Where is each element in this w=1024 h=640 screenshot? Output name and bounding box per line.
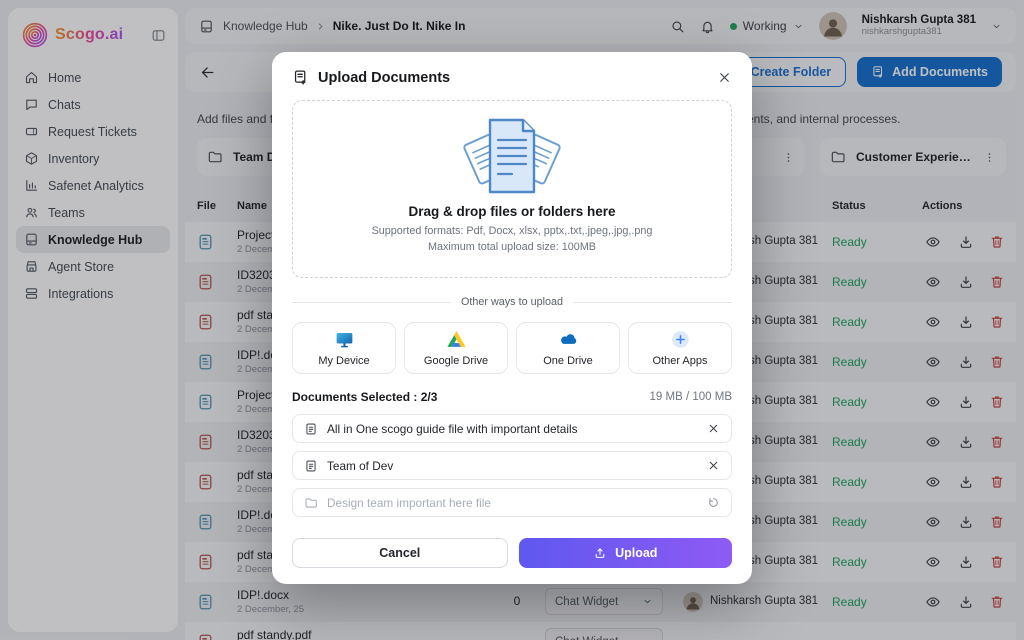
upload-source-card[interactable]: Other Apps — [628, 322, 732, 374]
upload-source-label: Google Drive — [424, 355, 488, 367]
upload-source-icon — [558, 329, 579, 350]
upload-sources: My Device Google Drive One Drive Other A… — [292, 322, 732, 374]
selected-file-row: Team of Dev — [292, 451, 732, 480]
upload-source-label: My Device — [318, 355, 369, 367]
upload-icon — [593, 546, 607, 560]
divider-label: Other ways to upload — [451, 296, 573, 308]
file-action-icon[interactable] — [707, 422, 720, 435]
upload-size-label: 19 MB / 100 MB — [650, 391, 732, 403]
upload-button[interactable]: Upload — [519, 538, 733, 568]
upload-source-label: Other Apps — [652, 355, 707, 367]
file-label: Design team important here file — [327, 496, 491, 510]
upload-source-icon — [446, 329, 467, 350]
dropzone-max-size: Maximum total upload size: 100MB — [293, 241, 731, 253]
app-window: Scogo.ai Home Chats Request Tickets — [0, 0, 1024, 640]
upload-documents-icon — [292, 69, 309, 86]
selected-file-row: Design team important here file — [292, 488, 732, 517]
upload-source-icon — [334, 329, 355, 350]
close-icon[interactable] — [717, 70, 732, 85]
documents-illustration — [452, 114, 572, 198]
file-action-icon[interactable] — [707, 496, 720, 509]
file-action-icon[interactable] — [707, 459, 720, 472]
dropzone-formats: Supported formats: Pdf, Docx, xlsx, pptx… — [293, 225, 731, 237]
file-icon — [304, 496, 318, 510]
upload-source-card[interactable]: Google Drive — [404, 322, 508, 374]
upload-source-card[interactable]: My Device — [292, 322, 396, 374]
selected-files-list: All in One scogo guide file with importa… — [292, 414, 732, 517]
upload-source-icon — [670, 329, 691, 350]
upload-source-label: One Drive — [543, 355, 593, 367]
file-icon — [304, 422, 318, 436]
upload-documents-modal: Upload Documents Drag & drop files or fo… — [272, 52, 752, 584]
cancel-button[interactable]: Cancel — [292, 538, 508, 568]
divider: Other ways to upload — [292, 295, 732, 309]
modal-title: Upload Documents — [318, 70, 450, 86]
selected-file-row: All in One scogo guide file with importa… — [292, 414, 732, 443]
file-icon — [304, 459, 318, 473]
dropzone[interactable]: Drag & drop files or folders here Suppor… — [292, 100, 732, 278]
documents-selected-label: Documents Selected : 2/3 — [292, 390, 437, 404]
dropzone-title: Drag & drop files or folders here — [293, 204, 731, 219]
file-label: All in One scogo guide file with importa… — [327, 422, 578, 436]
upload-source-card[interactable]: One Drive — [516, 322, 620, 374]
upload-button-label: Upload — [615, 546, 657, 560]
file-label: Team of Dev — [327, 459, 393, 473]
